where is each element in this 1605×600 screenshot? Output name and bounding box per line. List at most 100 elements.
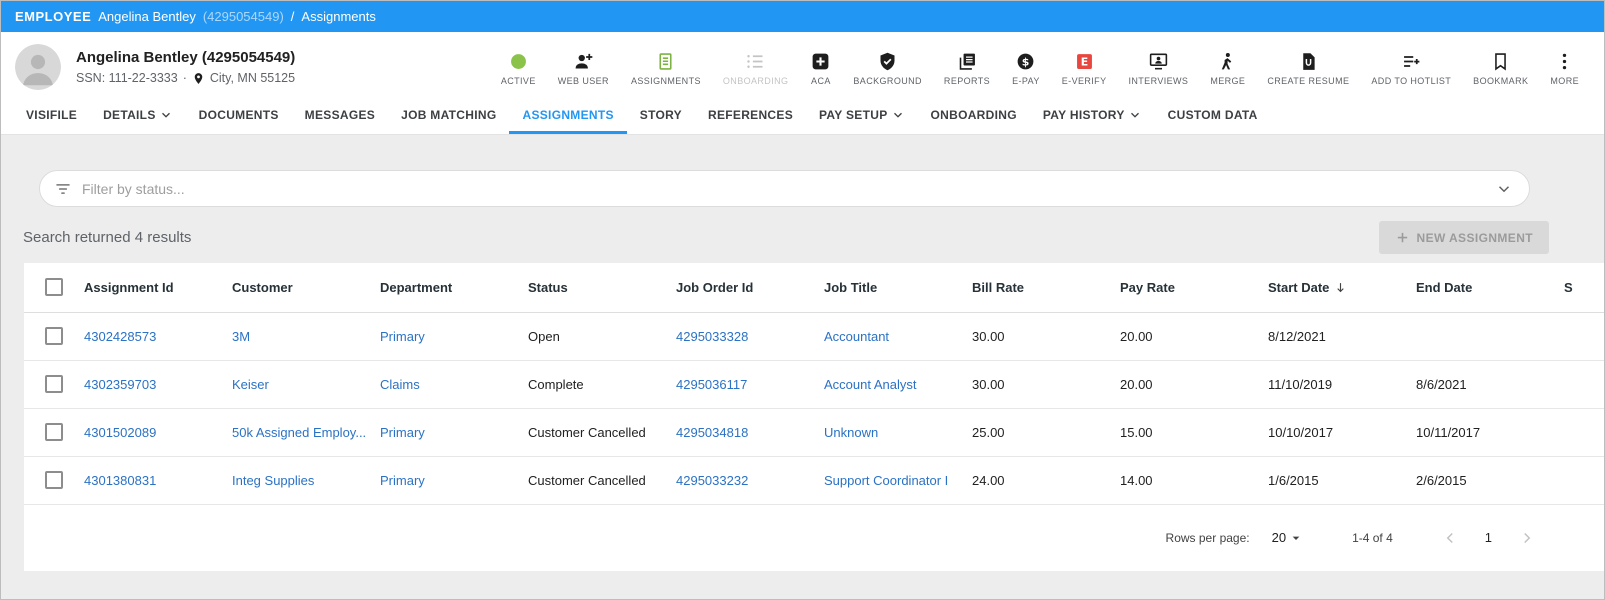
row-checkbox[interactable] — [45, 327, 63, 345]
column-header-department[interactable]: Department — [380, 263, 528, 313]
active-status-icon — [508, 50, 529, 72]
action-onboarding[interactable]: ONBOARDING — [712, 48, 800, 86]
pay-rate-cell: 15.00 — [1120, 408, 1268, 457]
start-date-cell: 10/10/2017 — [1268, 408, 1416, 457]
department-link[interactable]: Primary — [380, 329, 425, 344]
select-all-checkbox[interactable] — [45, 278, 63, 297]
action-e-verify[interactable]: E E-VERIFY — [1051, 48, 1118, 86]
action-aca[interactable]: ACA — [799, 48, 842, 86]
department-link[interactable]: Claims — [380, 377, 420, 392]
status-cell: Customer Cancelled — [528, 456, 676, 505]
column-header-bill-rate[interactable]: Bill Rate — [972, 263, 1120, 313]
tab-label: STORY — [639, 107, 682, 122]
action-label: BOOKMARK — [1473, 76, 1529, 86]
action-create-resume[interactable]: CREATE RESUME — [1256, 48, 1360, 86]
job-order-id-link[interactable]: 4295033328 — [676, 329, 748, 344]
tab-label: REFERENCES — [707, 107, 793, 122]
column-header-assignment-id[interactable]: Assignment Id — [84, 263, 232, 313]
column-header-start-date[interactable]: Start Date — [1268, 263, 1416, 313]
tab-onboarding[interactable]: ONBOARDING — [918, 98, 1030, 134]
row-checkbox[interactable] — [45, 375, 63, 393]
action-more[interactable]: MORE — [1539, 48, 1590, 86]
action-interviews[interactable]: INTERVIEWS — [1117, 48, 1199, 86]
job-title-link[interactable]: Support Coordinator I — [824, 473, 948, 488]
results-row: Search returned 4 results NEW ASSIGNMENT — [23, 221, 1549, 254]
end-date-cell — [1416, 312, 1564, 361]
rows-per-page-value: 20 — [1271, 530, 1287, 545]
tab-references[interactable]: REFERENCES — [695, 98, 806, 134]
column-header-customer[interactable]: Customer — [232, 263, 380, 313]
profile-info: Angelina Bentley (4295054549) SSN: 111-2… — [76, 49, 376, 85]
action-reports[interactable]: REPORTS — [933, 48, 1001, 86]
tab-label: PAY SETUP — [819, 107, 888, 122]
assignments-table: Assignment Id Customer Department Status Job… — [24, 263, 1604, 505]
action-active[interactable]: ACTIVE — [490, 48, 547, 86]
page-next-button[interactable] — [1518, 529, 1536, 547]
bill-rate-cell: 30.00 — [972, 360, 1120, 409]
action-background[interactable]: BACKGROUND — [842, 48, 933, 86]
tab-bar: VISIFILE DETAILS DOCUMENTS MESSAGES JOB MATC… — [1, 98, 1604, 135]
column-header-job-title[interactable]: Job Title — [824, 263, 972, 313]
tab-documents[interactable]: DOCUMENTS — [186, 98, 292, 134]
action-e-pay[interactable]: $ E-PAY — [1001, 48, 1051, 86]
action-bookmark[interactable]: BOOKMARK — [1462, 48, 1539, 86]
tab-messages[interactable]: MESSAGES — [292, 98, 388, 134]
table-header-row: Assignment Id Customer Department Status Job… — [24, 263, 1604, 313]
customer-link[interactable]: Integ Supplies — [232, 473, 314, 488]
rows-per-page-select[interactable]: 20 — [1272, 530, 1304, 546]
assignment-id-link[interactable]: 4301380831 — [84, 473, 156, 488]
column-header-s[interactable]: S — [1564, 263, 1604, 313]
employee-name-title: Angelina Bentley (4295054549) — [76, 49, 296, 66]
filter-status-input[interactable] — [82, 180, 1485, 197]
table-footer: Rows per page: 20 1-4 of 4 1 — [24, 504, 1604, 571]
aca-icon — [810, 50, 831, 72]
action-label: REPORTS — [943, 76, 991, 86]
tab-custom-data[interactable]: CUSTOM DATA — [1155, 98, 1271, 134]
assignments-table-card: Assignment Id Customer Department Status Job… — [24, 263, 1604, 571]
job-title-link[interactable]: Account Analyst — [824, 377, 917, 392]
caret-down-icon — [1288, 530, 1304, 546]
reports-icon — [957, 50, 978, 72]
department-link[interactable]: Primary — [380, 425, 425, 440]
column-header-job-order-id[interactable]: Job Order Id — [676, 263, 824, 313]
assignment-id-link[interactable]: 4302359703 — [84, 377, 156, 392]
svg-text:$: $ — [1022, 55, 1030, 68]
new-assignment-button[interactable]: NEW ASSIGNMENT — [1378, 221, 1549, 254]
customer-link[interactable]: 50k Assigned Employ... — [232, 425, 366, 440]
table-row: 4301380831 Integ Supplies Primary Customer … — [24, 456, 1604, 505]
job-order-id-link[interactable]: 4295034818 — [676, 425, 748, 440]
employee-location: City, MN 55125 — [209, 71, 296, 85]
row-checkbox[interactable] — [45, 423, 63, 441]
customer-link[interactable]: 3M — [232, 329, 250, 344]
job-title-link[interactable]: Accountant — [824, 329, 889, 344]
department-link[interactable]: Primary — [380, 473, 425, 488]
status-filter-bar[interactable] — [39, 170, 1530, 207]
column-header-end-date[interactable]: End Date — [1416, 263, 1564, 313]
assignment-id-link[interactable]: 4301502089 — [84, 425, 156, 440]
tab-story[interactable]: STORY — [627, 98, 695, 134]
filter-chevron-down-icon[interactable] — [1495, 180, 1513, 198]
column-header-status[interactable]: Status — [528, 263, 676, 313]
tab-visifile[interactable]: VISIFILE — [13, 98, 90, 134]
assignment-id-link[interactable]: 4302428573 — [84, 329, 156, 344]
job-order-id-link[interactable]: 4295036117 — [676, 377, 747, 392]
end-date-cell: 10/11/2017 — [1416, 408, 1564, 457]
job-title-link[interactable]: Unknown — [824, 425, 878, 440]
customer-link[interactable]: Keiser — [232, 377, 269, 392]
action-assignments[interactable]: ASSIGNMENTS — [620, 48, 712, 86]
tab-pay-setup[interactable]: PAY SETUP — [806, 98, 918, 134]
tab-details[interactable]: DETAILS — [90, 98, 186, 134]
action-merge[interactable]: MERGE — [1199, 48, 1256, 86]
action-web-user[interactable]: WEB USER — [547, 48, 620, 86]
breadcrumb-employee-name[interactable]: Angelina Bentley — [98, 9, 196, 24]
action-add-to-hotlist[interactable]: ADD TO HOTLIST — [1360, 48, 1462, 86]
tab-assignments[interactable]: ASSIGNMENTS — [509, 98, 627, 134]
sort-desc-icon[interactable] — [1333, 280, 1348, 295]
page-prev-button[interactable] — [1441, 529, 1459, 547]
tab-job-matching[interactable]: JOB MATCHING — [388, 98, 509, 134]
current-page-number[interactable]: 1 — [1477, 526, 1500, 549]
column-header-pay-rate[interactable]: Pay Rate — [1120, 263, 1268, 313]
row-checkbox[interactable] — [45, 471, 63, 489]
tab-pay-history[interactable]: PAY HISTORY — [1030, 98, 1155, 134]
job-order-id-link[interactable]: 4295033232 — [676, 473, 748, 488]
